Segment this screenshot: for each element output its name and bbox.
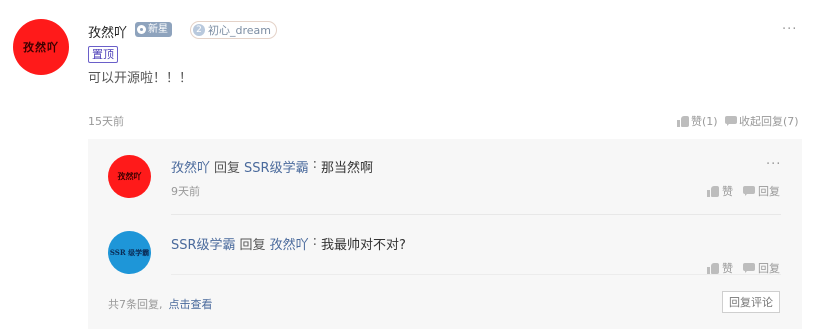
divider bbox=[171, 274, 781, 275]
like-button[interactable]: 赞(1) bbox=[677, 113, 718, 129]
reply-reply-button[interactable]: 回复 bbox=[743, 183, 780, 199]
count-text: 共7条回复, bbox=[108, 298, 163, 311]
comment-bubble-icon bbox=[725, 116, 737, 126]
reply-text: 那当然啊 bbox=[320, 161, 373, 176]
pinned-tag: 置顶 bbox=[88, 46, 118, 63]
avatar-text: 孜然吖 bbox=[23, 41, 59, 54]
thumbs-up-icon bbox=[707, 262, 719, 274]
reply-comment-button[interactable]: 回复评论 bbox=[722, 291, 780, 313]
comment-bubble-icon bbox=[743, 263, 755, 273]
reply-line: 孜然吖 回复 SSR级学霸: 那当然啊 bbox=[171, 157, 373, 176]
reply-word: 回复 bbox=[214, 161, 241, 176]
fan-badge-name: 初心_dream bbox=[208, 24, 271, 37]
reply-target[interactable]: SSR级学霸 bbox=[244, 157, 309, 176]
reply-avatar[interactable]: SSR 级学霸 bbox=[108, 231, 151, 274]
comment-bubble-icon bbox=[743, 186, 755, 196]
like-label: 赞(1) bbox=[691, 115, 718, 128]
avatar-text: 孜然吖 bbox=[117, 171, 142, 181]
reply-colon: : bbox=[312, 157, 317, 172]
comment-time: 15天前 bbox=[88, 115, 124, 128]
new-star-badge: 新星 bbox=[135, 22, 172, 37]
reply-like-button[interactable]: 赞 bbox=[707, 183, 733, 199]
badge-label: 新星 bbox=[148, 24, 168, 35]
replies-count: 共7条回复, 点击查看 bbox=[108, 296, 213, 312]
reply-word: 回复 bbox=[239, 238, 266, 253]
comment-text: 可以开源啦！！！ bbox=[88, 71, 193, 86]
reply-avatar[interactable]: 孜然吖 bbox=[108, 155, 151, 198]
divider bbox=[171, 214, 781, 215]
avatar-text: SSR 级学霸 bbox=[109, 247, 150, 257]
reply-line: SSR级学霸 回复 孜然吖: 我最帅对不对? bbox=[171, 234, 406, 253]
collapse-label: 收起回复(7) bbox=[739, 115, 799, 128]
more-options-icon[interactable]: ··· bbox=[766, 157, 781, 172]
reply-text: 我最帅对不对? bbox=[320, 238, 406, 253]
collapse-replies-button[interactable]: 收起回复(7) bbox=[725, 113, 799, 129]
star-icon bbox=[137, 25, 146, 34]
more-options-icon[interactable]: ··· bbox=[782, 22, 797, 37]
author-avatar[interactable]: 孜然吖 bbox=[13, 19, 69, 75]
reply-target[interactable]: 孜然吖 bbox=[270, 234, 309, 253]
thumbs-up-icon bbox=[707, 185, 719, 197]
reply-colon: : bbox=[312, 234, 317, 249]
level-icon: 2 bbox=[193, 24, 205, 36]
reply-author[interactable]: SSR级学霸 bbox=[171, 234, 236, 253]
view-replies-link[interactable]: 点击查看 bbox=[169, 296, 213, 312]
like-label: 赞 bbox=[722, 185, 733, 198]
fan-badge[interactable]: 2 初心_dream bbox=[190, 21, 277, 39]
reply-author[interactable]: 孜然吖 bbox=[171, 157, 210, 176]
thumbs-up-icon bbox=[677, 115, 689, 127]
reply-label: 回复 bbox=[758, 185, 780, 198]
reply-time: 9天前 bbox=[171, 185, 200, 198]
author-name[interactable]: 孜然吖 bbox=[88, 22, 127, 41]
